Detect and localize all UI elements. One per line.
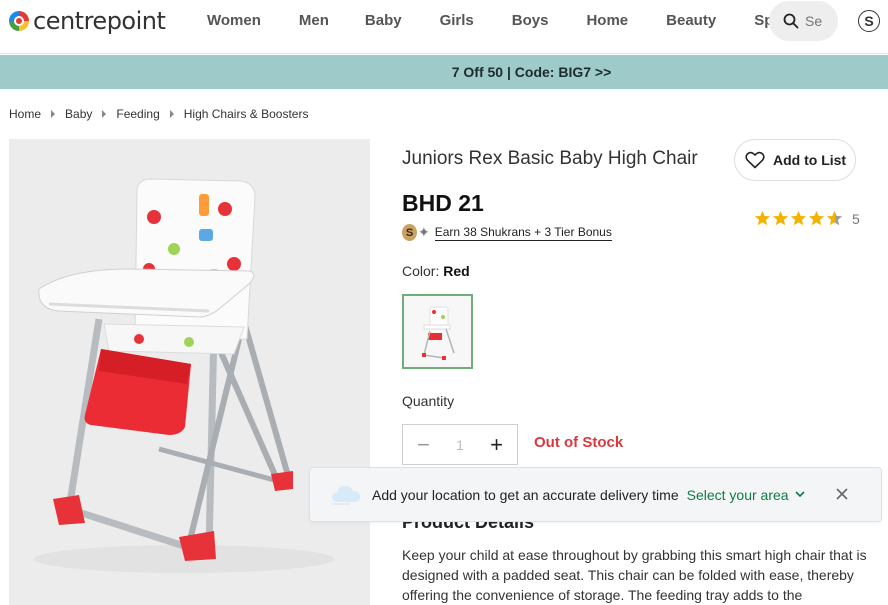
shukrans-info[interactable]: S ✦ Earn 38 Shukrans + 3 Tier Bonus — [402, 224, 612, 241]
select-area-link[interactable]: Select your area — [687, 487, 805, 503]
location-toast: Add your location to get an accurate del… — [309, 467, 882, 522]
sparkle-icon: ✦ — [418, 224, 430, 240]
shukrans-text: Earn 38 Shukrans + 3 Tier Bonus — [434, 224, 612, 241]
quantity-value[interactable]: 1 — [456, 437, 464, 453]
breadcrumb-high-chairs[interactable]: High Chairs & Boosters — [184, 107, 309, 121]
promo-link[interactable]: 7 Off 50 | Code: BIG7 >> — [452, 64, 612, 80]
quantity-stepper: − 1 + — [402, 424, 518, 465]
rating-stars — [754, 210, 844, 227]
color-swatch-red[interactable] — [402, 294, 473, 369]
product-image[interactable] — [9, 139, 370, 605]
cloud-icon — [332, 485, 360, 505]
shukran-coin-icon: S — [402, 224, 417, 241]
star-full-icon — [754, 210, 771, 226]
logo-mark-icon — [9, 11, 29, 31]
site-header: centrepoint Women Men Baby Girls Boys Ho… — [0, 0, 888, 54]
high-chair-illustration — [9, 139, 370, 605]
logo-text: centrepoint — [33, 7, 166, 35]
close-icon[interactable] — [835, 487, 849, 501]
star-half-icon — [826, 210, 843, 226]
quantity-label: Quantity — [402, 393, 455, 409]
breadcrumb-separator-icon — [169, 110, 174, 118]
nav-item-men[interactable]: Men — [299, 12, 329, 29]
logo[interactable]: centrepoint — [9, 7, 166, 35]
product-title: Juniors Rex Basic Baby High Chair — [402, 148, 698, 169]
swatch-thumbnail — [421, 306, 455, 360]
star-full-icon — [772, 210, 789, 226]
nav-item-boys[interactable]: Boys — [512, 12, 549, 29]
nav-item-girls[interactable]: Girls — [440, 12, 474, 29]
chevron-down-icon — [795, 491, 805, 498]
color-value: Red — [443, 263, 470, 279]
select-area-label: Select your area — [686, 486, 789, 503]
color-label: Color: Red — [402, 263, 470, 279]
breadcrumb-feeding[interactable]: Feeding — [116, 107, 159, 121]
breadcrumb-home[interactable]: Home — [9, 107, 41, 121]
nav-item-baby[interactable]: Baby — [365, 12, 402, 29]
search-box[interactable] — [769, 1, 838, 41]
breadcrumb-separator-icon — [102, 110, 107, 118]
search-icon — [783, 13, 799, 29]
nav-item-beauty[interactable]: Beauty — [666, 12, 716, 29]
search-input[interactable] — [805, 13, 835, 29]
product-details-text: Keep your child at ease throughout by gr… — [402, 547, 867, 603]
color-label-text: Color: — [402, 263, 440, 279]
promo-banner: 7 Off 50 | Code: BIG7 >> — [0, 55, 888, 89]
nav-item-women[interactable]: Women — [207, 12, 261, 29]
add-to-list-button[interactable]: Add to List — [734, 139, 856, 181]
rating-count: 5 — [852, 210, 860, 227]
main-nav: Women Men Baby Girls Boys Home Beauty Sp… — [207, 0, 840, 40]
toast-message: Add your location to get an accurate del… — [372, 486, 679, 503]
heart-icon — [745, 151, 765, 169]
breadcrumb: Home Baby Feeding High Chairs & Boosters — [9, 107, 308, 121]
star-full-icon — [808, 210, 825, 226]
stock-status: Out of Stock — [534, 434, 624, 451]
product-page: centrepoint Women Men Baby Girls Boys Ho… — [0, 0, 888, 605]
product-price: BHD 21 — [402, 190, 484, 216]
shukran-icon[interactable]: S — [858, 10, 880, 32]
star-full-icon — [790, 210, 807, 226]
increment-button[interactable]: + — [490, 433, 503, 456]
add-to-list-label: Add to List — [773, 152, 847, 168]
product-rating[interactable]: 5 — [754, 210, 860, 227]
nav-item-home[interactable]: Home — [586, 12, 628, 29]
breadcrumb-separator-icon — [51, 110, 56, 118]
decrement-button[interactable]: − — [417, 433, 430, 456]
breadcrumb-baby[interactable]: Baby — [65, 107, 92, 121]
